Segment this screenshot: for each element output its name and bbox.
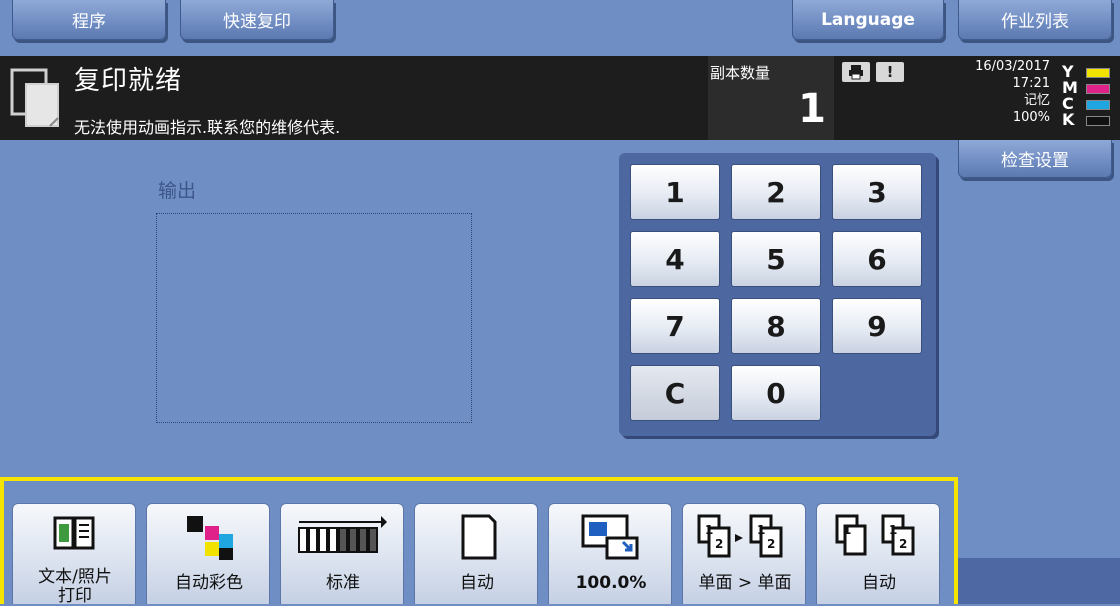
copies-display: 副本数量 1 xyxy=(708,56,834,140)
svg-text:1: 1 xyxy=(843,523,851,537)
key-8[interactable]: 8 xyxy=(731,298,821,354)
duplex-button[interactable]: 1 2 1 2 单面 > 单面 xyxy=(682,503,806,604)
color-mode-button[interactable]: 自动彩色 xyxy=(146,503,270,604)
tab-job-list[interactable]: 作业列表 xyxy=(958,0,1112,40)
status-title: 复印就绪 xyxy=(74,66,183,96)
toner-letter-k: K xyxy=(1062,110,1075,129)
svg-text:1: 1 xyxy=(705,523,713,537)
original-type-button[interactable]: 文本/照片 打印 xyxy=(12,503,136,606)
toner-level-m xyxy=(1086,84,1110,94)
status-message: 无法使用动画指示.联系您的维修代表. xyxy=(74,118,341,137)
toner-letters: Y M C K xyxy=(1062,64,1078,128)
zoom-icon xyxy=(581,514,639,560)
date-time: 16/03/2017 17:21 记忆 100% xyxy=(975,58,1050,126)
key-9[interactable]: 9 xyxy=(832,298,922,354)
key-4[interactable]: 4 xyxy=(630,231,720,287)
key-6[interactable]: 6 xyxy=(832,231,922,287)
bottom-strip xyxy=(958,558,1120,604)
key-2[interactable]: 2 xyxy=(731,164,821,220)
check-settings-button[interactable]: 检查设置 xyxy=(958,140,1112,178)
copies-value: 1 xyxy=(798,86,826,132)
output-label: 输出 xyxy=(158,180,197,202)
toner-level-c xyxy=(1086,100,1110,110)
finishing-button[interactable]: 1 1 2 自动 xyxy=(816,503,940,604)
finishing-icon: 1 1 2 xyxy=(835,514,915,556)
tab-program[interactable]: 程序 xyxy=(12,0,166,40)
auto-color-icon xyxy=(187,516,233,560)
numeric-keypad: 1 2 3 4 5 6 7 8 9 C 0 xyxy=(619,153,936,436)
key-clear[interactable]: C xyxy=(630,365,720,421)
density-label: 标准 xyxy=(326,573,360,593)
key-3[interactable]: 3 xyxy=(832,164,922,220)
svg-text:1: 1 xyxy=(757,523,765,537)
tab-language[interactable]: Language xyxy=(792,0,944,40)
memory-value: 100% xyxy=(1012,110,1050,125)
finishing-label: 自动 xyxy=(862,573,896,593)
zoom-button[interactable]: 100.0% xyxy=(548,503,672,604)
toner-level-y xyxy=(1086,68,1110,78)
tab-quick-copy[interactable]: 快速复印 xyxy=(180,0,334,40)
toner-level-k xyxy=(1086,116,1110,126)
key-0[interactable]: 0 xyxy=(731,365,821,421)
key-5[interactable]: 5 xyxy=(731,231,821,287)
svg-text:2: 2 xyxy=(715,537,723,551)
time: 17:21 xyxy=(1012,76,1050,91)
key-1[interactable]: 1 xyxy=(630,164,720,220)
copies-label: 副本数量 xyxy=(710,64,771,82)
output-preview xyxy=(156,213,472,423)
density-icon xyxy=(298,516,387,553)
density-button[interactable]: 标准 xyxy=(280,503,404,604)
paper-label: 自动 xyxy=(460,573,494,593)
svg-text:2: 2 xyxy=(899,537,907,551)
zoom-label: 100.0% xyxy=(575,573,647,593)
date: 16/03/2017 xyxy=(975,59,1050,74)
color-mode-label: 自动彩色 xyxy=(175,573,243,593)
printer-status-icon[interactable] xyxy=(842,62,870,82)
alert-icon[interactable]: ! xyxy=(876,62,904,82)
copy-document-icon xyxy=(10,68,59,127)
paper-icon xyxy=(461,514,497,560)
status-bar: 复印就绪 无法使用动画指示.联系您的维修代表. 副本数量 1 ! 16/03/2… xyxy=(0,56,1120,140)
memory-label: 记忆 xyxy=(1023,93,1050,108)
original-type-label: 文本/照片 打印 xyxy=(38,567,112,606)
key-7[interactable]: 7 xyxy=(630,298,720,354)
duplex-icon: 1 2 1 2 xyxy=(697,514,783,558)
paper-button[interactable]: 自动 xyxy=(414,503,538,604)
duplex-label: 单面 > 单面 xyxy=(698,573,792,593)
text-photo-icon xyxy=(53,516,95,550)
svg-text:2: 2 xyxy=(767,537,775,551)
svg-text:1: 1 xyxy=(889,523,897,537)
